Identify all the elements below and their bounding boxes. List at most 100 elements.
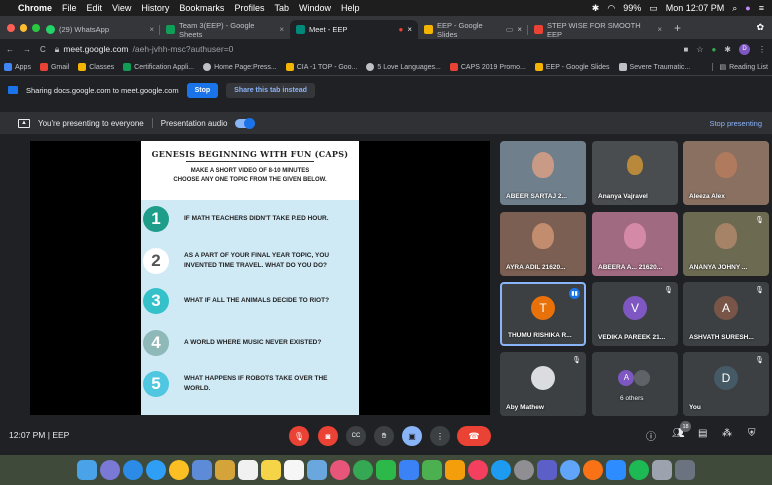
host-controls-icon[interactable]: ⛨ [748,428,756,439]
participant-tile[interactable]: AYRA ADIL 21620... [500,212,586,276]
battery-level[interactable]: 99% [623,3,641,13]
facetime-icon[interactable] [376,460,396,480]
trash-icon[interactable] [675,460,695,480]
photos-icon[interactable] [192,460,212,480]
preview-icon[interactable] [307,460,327,480]
menu-history[interactable]: History [141,3,169,13]
launchpad-icon[interactable] [100,460,120,480]
numbers-icon[interactable] [422,460,442,480]
camera-in-use-icon[interactable]: ■ [683,45,688,54]
finder-icon[interactable] [77,460,97,480]
forward-icon[interactable]: → [23,45,31,54]
meeting-code[interactable]: EEP [52,430,69,440]
spotlight-icon[interactable]: ⌕ [732,3,737,14]
activities-icon[interactable]: ⁂ [722,428,732,439]
meeting-details-icon[interactable]: ⓘ [646,428,656,443]
reminders-icon[interactable] [284,460,304,480]
menu-window[interactable]: Window [299,3,331,13]
bookmark-gmail[interactable]: Gmail [39,63,69,71]
tab-google-slides[interactable]: EEP - Google Slides ▭ × [418,20,528,39]
bookmark-home-page[interactable]: Home Page:Press... [203,63,277,71]
photo-booth-icon[interactable] [330,460,350,480]
bookmark-star-icon[interactable]: ☆ [696,45,703,54]
more-options-button[interactable]: ⋮ [430,426,450,446]
close-icon[interactable]: × [407,25,412,34]
teams-icon[interactable] [537,460,557,480]
participant-tile-active-speaker[interactable]: ▮▮ T THUMU RISHIKA R... [500,282,586,346]
close-window-icon[interactable] [7,23,15,32]
bookmark-classes[interactable]: Classes [78,63,114,71]
siri-icon[interactable]: ● [745,3,750,13]
profile-avatar[interactable]: D [739,43,750,55]
keynote-icon[interactable] [399,460,419,480]
menu-help[interactable]: Help [341,3,360,13]
close-icon[interactable]: × [657,25,662,34]
participant-tile[interactable]: 🎙︎ A ASHVATH SURESH... [683,282,769,346]
camera-off-button[interactable]: ◙ [318,426,338,446]
chat-icon[interactable]: ▤ [698,428,707,439]
tab-whatsapp[interactable]: (29) WhatsApp × [40,20,160,39]
app-menu[interactable]: Chrome [18,3,52,13]
tab-meet[interactable]: Meet - EEP ● × [290,20,418,39]
close-icon[interactable]: × [517,25,522,34]
pages-icon[interactable] [445,460,465,480]
bookmark-caps-2019[interactable]: CAPS 2019 Promo... [449,63,526,71]
leave-call-button[interactable]: ☎︎ [457,426,491,446]
address-bar[interactable]: 🔒︎ meet.google.com/aeh-jvhh-msc?authuser… [54,41,675,57]
system-preferences-icon[interactable] [514,460,534,480]
chrome-menu-icon[interactable]: ⋮ [758,45,766,54]
minimize-window-icon[interactable] [19,23,28,32]
wifi-icon[interactable]: ◠ [607,3,615,14]
extensions-puzzle-icon[interactable]: ✱ [724,45,731,54]
back-icon[interactable]: ← [6,45,14,54]
clock[interactable]: Mon 12:07 PM [666,3,725,13]
bookmark-love-languages[interactable]: 5 Love Languages... [366,63,441,71]
captions-button[interactable]: CC [346,426,366,446]
present-now-button[interactable]: ▣ [402,426,422,446]
firefox-icon[interactable] [583,460,603,480]
bookmark-certification[interactable]: Certification Appli... [123,63,194,71]
tab-step-wise[interactable]: STEP WISE FOR SMOOTH EEP × [528,20,668,39]
raise-hand-button[interactable]: ✋︎ [374,426,394,446]
menu-view[interactable]: View [112,3,131,13]
menu-file[interactable]: File [62,3,77,13]
participant-tile[interactable]: Ananya Vajravel [592,141,678,205]
reading-list[interactable]: ▤ Reading List [712,63,772,71]
menu-edit[interactable]: Edit [87,3,103,13]
tab-google-sheets[interactable]: Team 3(EEP) - Google Sheets × [160,20,290,39]
stop-sharing-button[interactable]: Stop [186,82,219,98]
chrome-icon[interactable] [353,460,373,480]
participant-tile[interactable]: 🎙︎ ANANYA JOHNY ... [683,212,769,276]
safari-icon[interactable] [123,460,143,480]
bookmark-apps[interactable]: Apps [4,63,31,71]
self-tile[interactable]: 🎙︎ D You [683,352,769,416]
reload-icon[interactable]: C [40,45,46,54]
participant-tile[interactable]: Aleeza Alex [683,141,769,205]
menu-tab[interactable]: Tab [274,3,289,13]
menu-profiles[interactable]: Profiles [234,3,264,13]
app-store-icon[interactable] [491,460,511,480]
downloads-stack-icon[interactable] [652,460,672,480]
zoom-window-icon[interactable] [32,23,41,32]
close-icon[interactable]: × [279,25,284,34]
bluetooth-icon[interactable]: ✱ [592,3,600,14]
spotify-icon[interactable] [629,460,649,480]
menu-bookmarks[interactable]: Bookmarks [179,3,224,13]
mic-off-button[interactable]: 🎙︎ [289,426,309,446]
participant-tile[interactable]: ABEER SARTAJ 2... [500,141,586,205]
extension-icon[interactable]: ✿ [756,22,764,33]
messages-icon[interactable] [146,460,166,480]
music-icon[interactable] [468,460,488,480]
calendar-icon[interactable] [238,460,258,480]
stickies-icon[interactable] [261,460,281,480]
participant-tile[interactable]: 🎙︎ Aby Mathew [500,352,586,416]
bookmark-cia-top[interactable]: CIA -1 TOP - Goo... [285,63,357,71]
control-center-icon[interactable]: ≡ [759,3,764,13]
bookmark-severe-traumatic[interactable]: Severe Traumatic... [618,63,690,71]
opera-icon[interactable] [560,460,580,480]
zoom-icon[interactable] [606,460,626,480]
new-tab-icon[interactable]: + [668,21,687,35]
share-this-tab-button[interactable]: Share this tab instead [226,82,315,98]
close-icon[interactable]: × [149,25,154,34]
mail-icon[interactable] [169,460,189,480]
